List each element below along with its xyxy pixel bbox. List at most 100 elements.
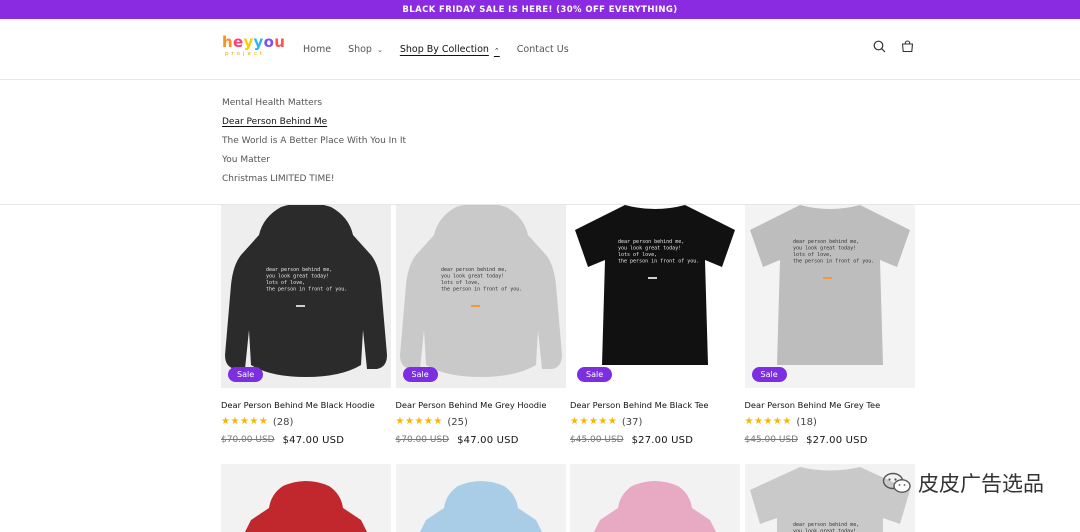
- nav-home-label: Home: [303, 44, 332, 55]
- garment-shape: [245, 481, 367, 532]
- print-text-line: the person in front of you.: [793, 259, 874, 265]
- cart-icon[interactable]: [900, 39, 914, 53]
- product-image[interactable]: dear person behind me, you look great tod…: [570, 205, 740, 388]
- review-count: (25): [447, 416, 468, 428]
- product-price: $70.00 USD $47.00 USD: [396, 434, 566, 446]
- product-title[interactable]: Dear Person Behind Me Black Hoodie: [221, 400, 391, 410]
- sale-badge: Sale: [577, 367, 613, 382]
- product-price: $70.00 USD $47.00 USD: [221, 434, 391, 446]
- star-icon: ★: [782, 416, 792, 427]
- product-rating: ★ ★ ★ ★ ★ (18): [745, 416, 915, 428]
- hoodie-image: [419, 481, 542, 532]
- nav-shop-by-collection-label: Shop By Collection: [399, 44, 489, 55]
- product-rating: ★ ★ ★ ★ ★ (28): [221, 416, 391, 428]
- star-icon: ★: [753, 416, 763, 427]
- print-logo: [822, 277, 832, 279]
- sale-price: $27.00 USD: [806, 434, 868, 446]
- review-count: (18): [796, 416, 817, 428]
- logo[interactable]: heyyou project: [222, 33, 286, 65]
- garment-shape: [749, 205, 910, 365]
- print-text-line: you look great today!: [266, 274, 329, 280]
- nav-shop-by-collection[interactable]: Shop By Collection ⌃: [400, 44, 500, 55]
- print-text-line: dear person behind me,: [793, 239, 859, 245]
- logo-letter: e: [232, 33, 244, 51]
- site-header: heyyou project Home Shop ⌄ Shop By Collec…: [0, 19, 1080, 80]
- nav-contact-label: Contact Us: [516, 44, 569, 55]
- print-text-line: the person in front of you.: [618, 259, 699, 265]
- print-text-line: lots of love,: [793, 252, 832, 258]
- print-text-line: dear person behind me,: [618, 239, 684, 245]
- product-image[interactable]: dear person behind me, you look great tod…: [221, 205, 391, 388]
- search-icon[interactable]: [872, 39, 886, 53]
- product-card[interactable]: [395, 464, 566, 532]
- product-title[interactable]: Dear Person Behind Me Grey Hoodie: [396, 400, 566, 410]
- logo-subtitle: project: [225, 51, 266, 57]
- garment-shape: [419, 481, 542, 532]
- print-text-line: you look great today!: [793, 246, 856, 252]
- hoodie-image: dear person behind me,you look great tod…: [225, 205, 387, 377]
- product-price: $45.00 USD $27.00 USD: [745, 434, 915, 446]
- star-icon: ★: [239, 416, 249, 427]
- star-icon: ★: [579, 416, 589, 427]
- star-icon: ★: [772, 416, 782, 427]
- product-title[interactable]: Dear Person Behind Me Black Tee: [570, 400, 740, 410]
- rating-stars: ★ ★ ★ ★ ★: [396, 417, 443, 427]
- rating-stars: ★ ★ ★ ★ ★: [745, 417, 792, 427]
- sale-price: $47.00 USD: [282, 434, 345, 446]
- star-icon: ★: [607, 416, 617, 427]
- star-icon: ★: [598, 416, 608, 427]
- collection-link[interactable]: Christmas LIMITED TIME!: [222, 173, 1080, 192]
- main-nav: Home Shop ⌄ Shop By Collection ⌃ Contact U…: [303, 19, 586, 80]
- star-icon: ★: [404, 416, 414, 427]
- product-image[interactable]: dear person behind me, you look great tod…: [744, 205, 915, 388]
- product-card[interactable]: dear person behind me, you look great tod…: [395, 205, 566, 446]
- print-text-line: lots of love,: [266, 280, 305, 286]
- logo-letter: o: [263, 33, 275, 51]
- nav-home[interactable]: Home: [303, 44, 331, 55]
- star-icon: ★: [570, 416, 579, 427]
- product-card[interactable]: dear person behind me, you look great tod…: [221, 205, 391, 446]
- print-text-line: lots of love,: [618, 252, 657, 258]
- nav-contact[interactable]: Contact Us: [517, 44, 569, 55]
- print-text-line: the person in front of you.: [441, 287, 522, 293]
- print-logo: [470, 305, 480, 307]
- star-icon: ★: [423, 416, 433, 427]
- header-icons: [872, 39, 914, 53]
- collection-link[interactable]: You Matter: [222, 154, 1080, 173]
- product-card[interactable]: [221, 464, 391, 532]
- original-price: $45.00 USD: [570, 435, 624, 445]
- collection-link[interactable]: Mental Health Matters: [222, 97, 1080, 116]
- product-title[interactable]: Dear Person Behind Me Grey Tee: [745, 400, 915, 410]
- rating-stars: ★ ★ ★ ★ ★: [570, 417, 617, 427]
- logo-letter: u: [274, 33, 286, 51]
- sale-badge: Sale: [402, 367, 438, 382]
- star-icon: ★: [230, 416, 240, 427]
- print-text-line: dear person behind me,: [441, 267, 507, 273]
- product-card[interactable]: dear person behind me, you look great tod…: [570, 205, 740, 446]
- logo-letter: y: [253, 33, 264, 51]
- product-rating: ★ ★ ★ ★ ★ (25): [396, 416, 566, 428]
- watermark-text: 皮皮广告选品: [918, 472, 1044, 496]
- product-card[interactable]: dear person behind me, you look great tod…: [744, 205, 915, 446]
- print-text-line: you look great today!: [441, 274, 504, 280]
- collection-link[interactable]: The World is A Better Place With You In …: [222, 135, 1080, 154]
- star-icon: ★: [763, 416, 773, 427]
- print-text-line: dear person behind me,: [266, 267, 332, 273]
- star-icon: ★: [395, 416, 405, 427]
- sale-price: $47.00 USD: [457, 434, 519, 446]
- star-icon: ★: [588, 416, 598, 427]
- star-icon: ★: [258, 416, 268, 427]
- hoodie-image: [594, 481, 716, 532]
- nav-shop[interactable]: Shop ⌄: [348, 44, 383, 55]
- product-price: $45.00 USD $27.00 USD: [570, 434, 740, 446]
- garment-shape: [575, 205, 735, 365]
- tee-image: dear person behind me,you look great tod…: [749, 205, 910, 365]
- hoodie-image: [245, 481, 367, 532]
- star-icon: ★: [249, 416, 259, 427]
- tee-image: dear person behind me,you look great tod…: [575, 205, 735, 365]
- product-image[interactable]: dear person behind me, you look great tod…: [395, 205, 566, 388]
- watermark: 皮皮广告选品: [882, 468, 1044, 498]
- collection-link[interactable]: Dear Person Behind Me: [222, 116, 1080, 135]
- print-text-line: you look great today!: [618, 246, 681, 252]
- product-card[interactable]: [570, 464, 740, 532]
